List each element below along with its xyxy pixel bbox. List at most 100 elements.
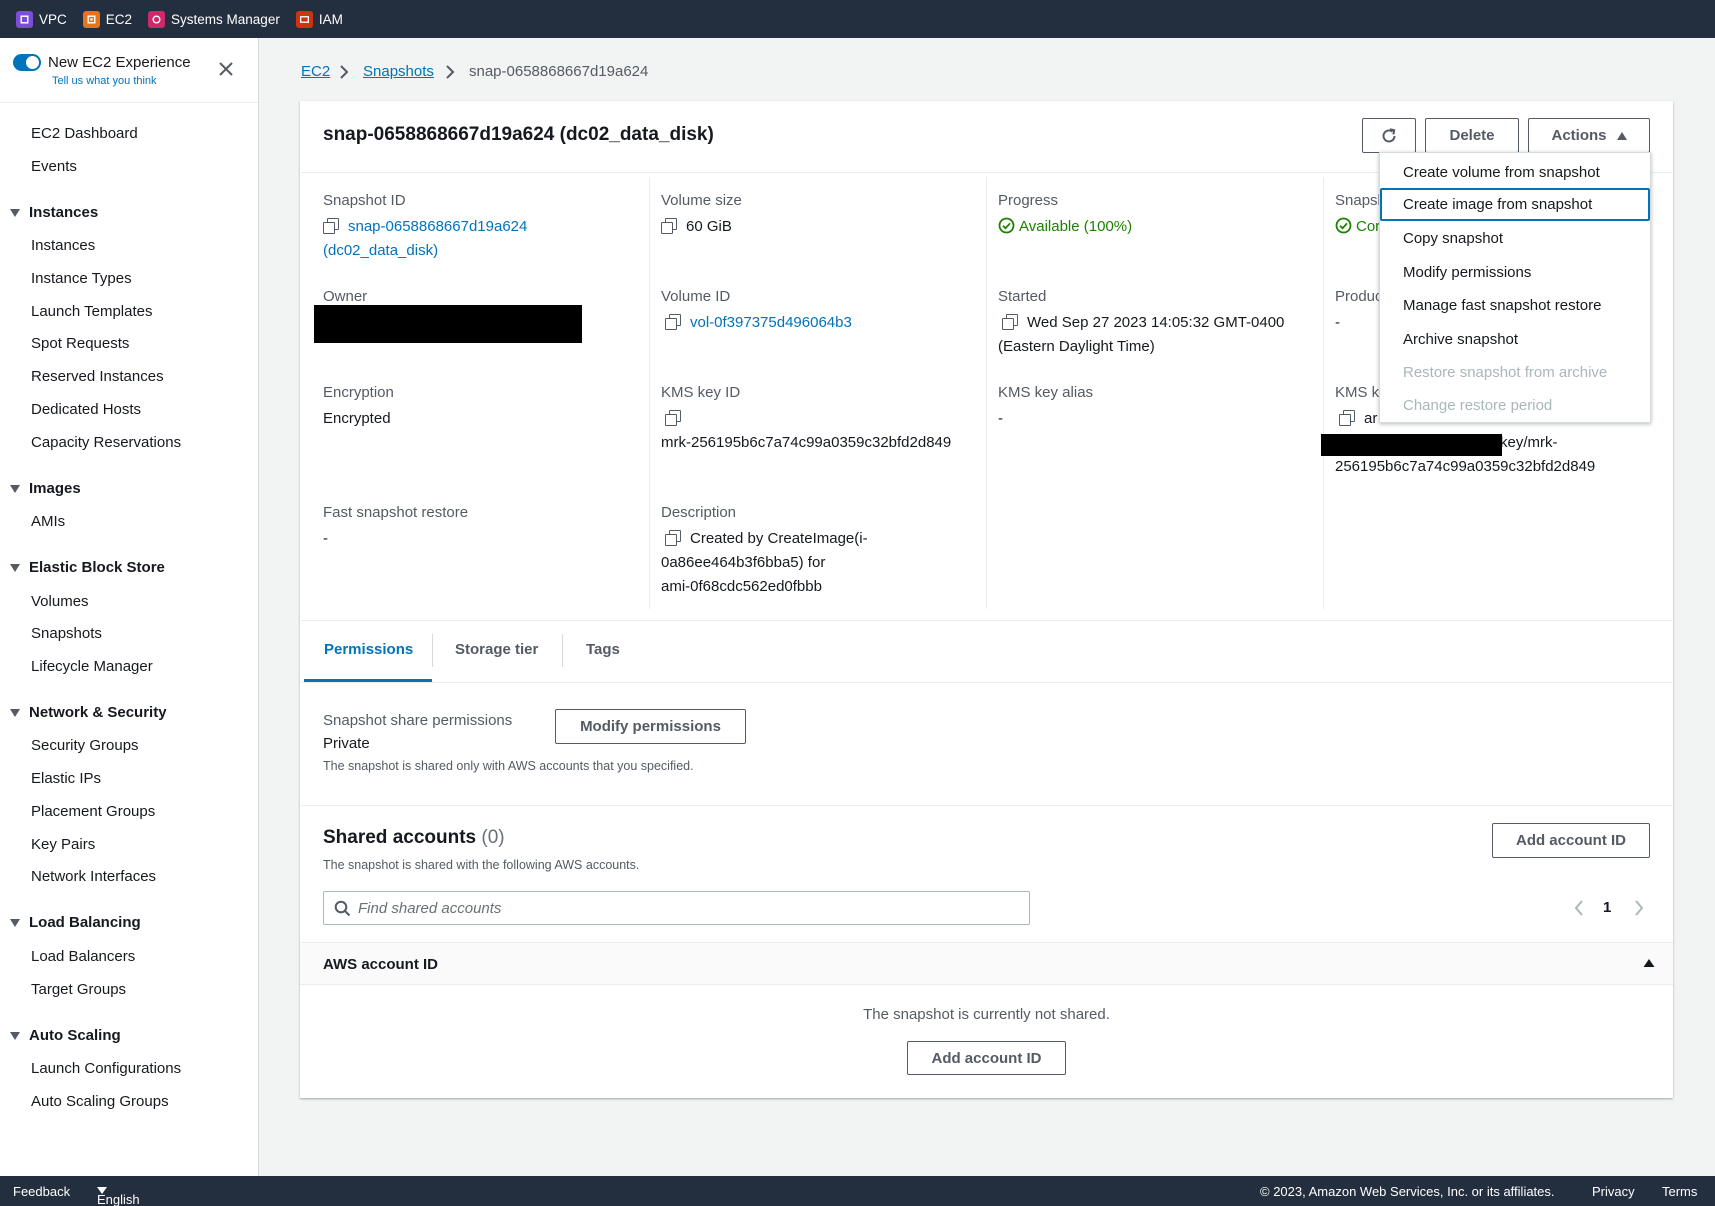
sidebar-item-elastic-ips[interactable]: Elastic IPs (31, 770, 101, 787)
service-shortcut-iam[interactable]: IAM (295, 10, 343, 28)
close-icon[interactable] (216, 59, 236, 79)
sidebar-item-instance-types[interactable]: Instance Types (31, 270, 132, 287)
sidebar-item-target-groups[interactable]: Target Groups (31, 981, 126, 998)
sidebar-section-instances[interactable]: Instances (10, 204, 98, 221)
snapshot-status-label: Snapsl (1335, 192, 1381, 209)
sidebar-section-load-balancing[interactable]: Load Balancing (10, 914, 141, 931)
sidebar-item-capacity-reservations[interactable]: Capacity Reservations (31, 434, 181, 451)
volume-size-label: Volume size (661, 192, 742, 209)
check-circle-icon (998, 217, 1015, 234)
snapshot-id-name: (dc02_data_disk) (323, 242, 439, 259)
caret-up-icon (1616, 131, 1627, 140)
kms-key-alias-value: - (998, 410, 1003, 427)
section-title: Images (29, 480, 81, 497)
current-page-number[interactable]: 1 (1603, 899, 1611, 916)
sidebar-item-launch-templates[interactable]: Launch Templates (31, 303, 152, 320)
description-label: Description (661, 504, 737, 521)
copy-icon[interactable] (665, 410, 681, 426)
sidebar-item-instances[interactable]: Instances (31, 237, 95, 254)
chevron-right-icon[interactable] (1633, 898, 1645, 918)
sidebar-section-elastic-block-store[interactable]: Elastic Block Store (10, 559, 165, 576)
shared-accounts-title: Shared accounts (0) (323, 827, 505, 849)
top-service-bar: VPC EC2 Systems Manager IAM (0, 0, 1715, 38)
sidebar-item-snapshots[interactable]: Snapshots (31, 625, 102, 642)
copy-icon[interactable] (665, 530, 681, 546)
sidebar-item-dedicated-hosts[interactable]: Dedicated Hosts (31, 401, 141, 418)
add-account-id-button[interactable]: Add account ID (1492, 823, 1650, 858)
tab-storage-tier[interactable]: Storage tier (455, 641, 538, 658)
sidebar-item-key-pairs[interactable]: Key Pairs (31, 836, 95, 853)
service-label: VPC (39, 11, 67, 27)
owner-label: Owner (323, 288, 368, 305)
volume-id-label: Volume ID (661, 288, 731, 305)
refresh-button[interactable] (1362, 118, 1416, 153)
sort-ascending-icon[interactable] (1643, 958, 1655, 968)
copyright: © 2023, Amazon Web Services, Inc. or its… (1260, 1184, 1555, 1199)
new-experience-toggle[interactable] (13, 54, 41, 71)
sidebar-item-spot-requests[interactable]: Spot Requests (31, 335, 129, 352)
progress-text: Available (100%) (1019, 218, 1133, 235)
actions-button[interactable]: Actions (1528, 118, 1650, 153)
sidebar-item-events[interactable]: Events (31, 158, 77, 175)
delete-button[interactable]: Delete (1425, 118, 1519, 153)
sidebar-item-auto-scaling-groups[interactable]: Auto Scaling Groups (31, 1093, 169, 1110)
sidebar-item-placement-groups[interactable]: Placement Groups (31, 803, 155, 820)
footer-terms-link[interactable]: Terms (1662, 1184, 1697, 1199)
fast-restore-value: - (323, 530, 328, 547)
menu-item-create-image[interactable]: Create image from snapshot (1380, 188, 1650, 221)
service-shortcut-systems-manager[interactable]: Systems Manager (148, 10, 280, 28)
sidebar-item-volumes[interactable]: Volumes (31, 593, 89, 610)
copy-icon[interactable] (1002, 314, 1018, 330)
sidebar-section-images[interactable]: Images (10, 480, 81, 497)
sidebar-item-security-groups[interactable]: Security Groups (31, 737, 139, 754)
sidebar-item-launch-configurations[interactable]: Launch Configurations (31, 1060, 181, 1077)
service-shortcut-vpc[interactable]: VPC (16, 10, 67, 28)
breadcrumb-ec2[interactable]: EC2 (301, 63, 330, 80)
caret-down-icon (10, 708, 20, 717)
menu-item-copy-snapshot[interactable]: Copy snapshot (1380, 222, 1650, 255)
encryption-value: Encrypted (323, 410, 391, 427)
footer-privacy-link[interactable]: Privacy (1592, 1184, 1635, 1199)
menu-item-manage-fast-restore[interactable]: Manage fast snapshot restore (1380, 289, 1650, 322)
sidebar-section-auto-scaling[interactable]: Auto Scaling (10, 1027, 121, 1044)
snapshot-id-value[interactable]: snap-0658868667d19a624 (dc02_data_disk) (323, 215, 527, 263)
menu-item-archive-snapshot[interactable]: Archive snapshot (1380, 323, 1650, 356)
chevron-left-icon[interactable] (1573, 898, 1585, 918)
menu-item-modify-permissions[interactable]: Modify permissions (1380, 256, 1650, 289)
copy-icon[interactable] (1339, 410, 1355, 426)
fast-restore-label: Fast snapshot restore (323, 504, 469, 521)
copy-icon[interactable] (665, 314, 681, 330)
sidebar-item-load-balancers[interactable]: Load Balancers (31, 948, 135, 965)
feedback-link[interactable]: Tell us what you think (52, 75, 157, 87)
sidebar-item-network-interfaces[interactable]: Network Interfaces (31, 868, 156, 885)
add-account-id-empty-button[interactable]: Add account ID (907, 1041, 1066, 1075)
sidebar-item-ec2-dashboard[interactable]: EC2 Dashboard (31, 125, 138, 142)
sidebar-item-reserved-instances[interactable]: Reserved Instances (31, 368, 164, 385)
breadcrumb-snapshots[interactable]: Snapshots (363, 63, 434, 80)
empty-state-text: The snapshot is currently not shared. (863, 1006, 1110, 1023)
sidebar-item-lifecycle-manager[interactable]: Lifecycle Manager (31, 658, 153, 675)
shared-accounts-title-text: Shared accounts (323, 827, 477, 848)
footer-feedback-link[interactable]: Feedback (13, 1184, 70, 1199)
started-timezone: (Eastern Daylight Time) (998, 338, 1155, 355)
tab-permissions[interactable]: Permissions (324, 641, 413, 658)
owner-redacted (314, 305, 582, 343)
column-header-aws-account-id[interactable]: AWS account ID (323, 956, 438, 973)
volume-id-value[interactable]: vol-0f397375d496064b3 (665, 311, 852, 335)
divider (301, 620, 1672, 621)
search-input[interactable] (358, 896, 1018, 920)
description-value: Created by CreateImage(i- 0a86ee464b3f6b… (661, 527, 868, 599)
sidebar-item-amis[interactable]: AMIs (31, 513, 65, 530)
language-selector[interactable]: English (97, 1184, 140, 1206)
sidebar-section-network-security[interactable]: Network & Security (10, 704, 167, 721)
service-shortcut-ec2[interactable]: EC2 (82, 10, 132, 28)
copy-icon[interactable] (323, 218, 339, 234)
modify-permissions-button[interactable]: Modify permissions (555, 709, 746, 744)
encryption-label: Encryption (323, 384, 394, 401)
column-divider (649, 177, 650, 609)
share-permissions-value: Private (323, 735, 370, 752)
tab-tags[interactable]: Tags (586, 641, 620, 658)
copy-icon[interactable] (661, 218, 677, 234)
menu-item-create-volume[interactable]: Create volume from snapshot (1380, 156, 1650, 189)
tab-divider (562, 634, 563, 667)
